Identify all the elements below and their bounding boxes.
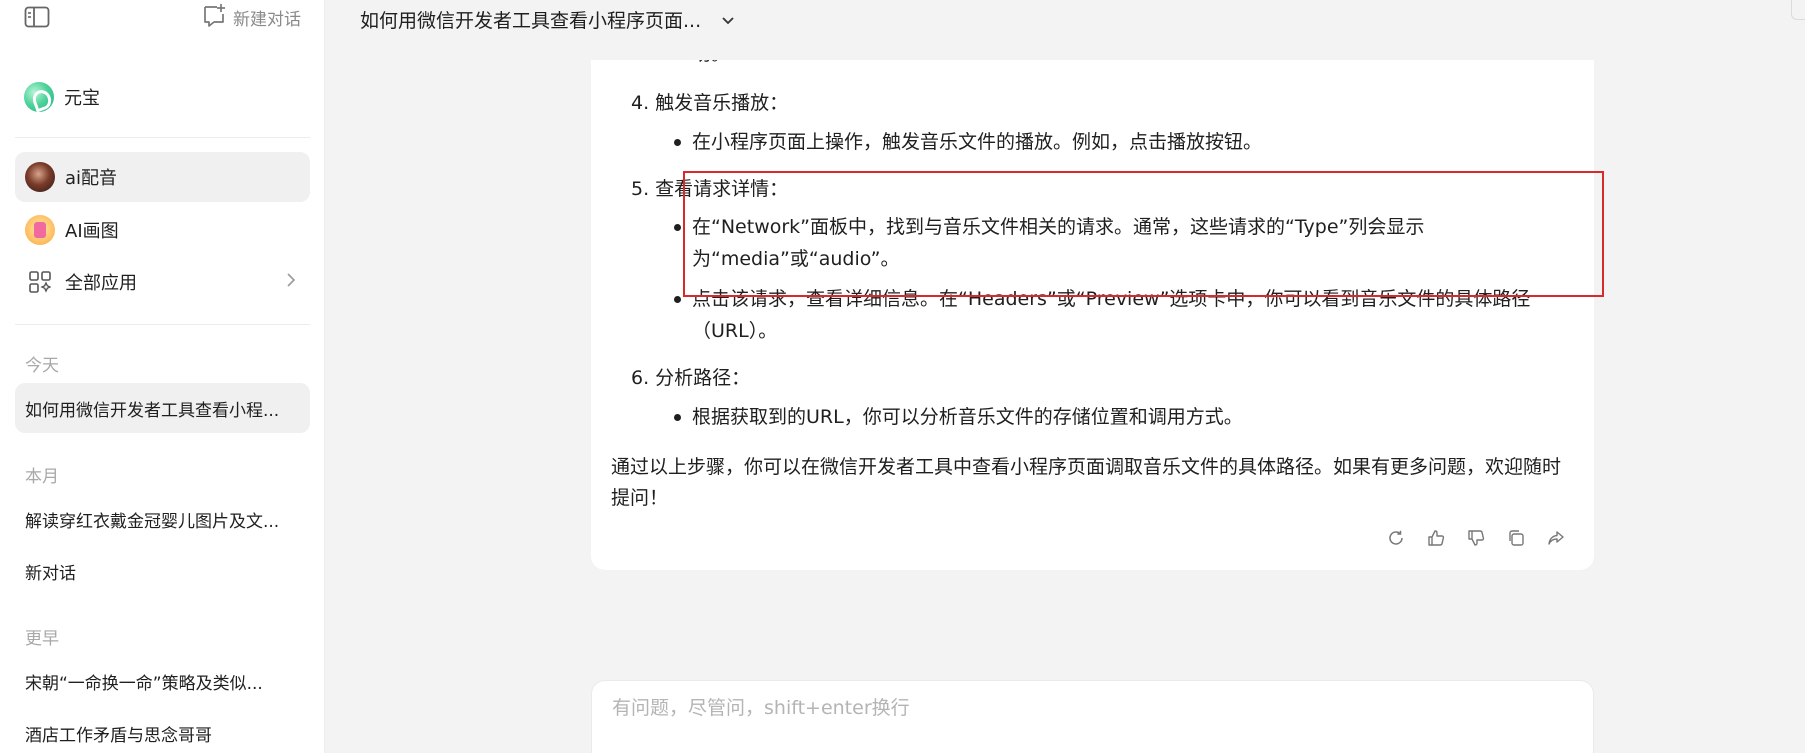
refresh-icon[interactable] [1386,528,1406,548]
step-title: 6. 分析路径： [631,367,751,389]
conversation-item[interactable]: 如何用微信开发者工具查看小程... [15,383,310,433]
brand-name: 元宝 [64,88,100,109]
conversation-item[interactable]: 酒店工作矛盾与思念哥哥 [15,708,310,753]
chat-title-dropdown[interactable]: 如何用微信开发者工具查看小程序页面... [360,6,735,33]
share-icon[interactable] [1546,528,1566,548]
brand-yuanbao[interactable]: 元宝 [24,82,100,112]
step-title: 5. 查看请求详情： [631,178,789,200]
step-title: 4. 触发音乐播放： [631,92,789,114]
chevron-right-icon [286,272,296,293]
copy-icon[interactable] [1506,528,1526,548]
step-bullet: 点击该请求，查看详细信息。在“Headers”或“Preview”选项卡中，你可… [674,283,1572,347]
assistant-message-card: 助。 4. 触发音乐播放： 在小程序页面上操作，触发音乐文件的播放。例如，点击播… [591,60,1594,570]
sidebar-top-bar: 新建对话 [0,0,325,34]
thumbs-down-icon[interactable] [1466,528,1486,548]
sidebar-item-ai-drawing[interactable]: AI画图 [15,205,310,255]
step-bullet: 在小程序页面上操作，触发音乐文件的播放。例如，点击播放按钮。 [674,126,1572,158]
new-chat-icon [201,2,227,33]
message-summary: 通过以上步骤，你可以在微信开发者工具中查看小程序页面调取音乐文件的具体路径。如果… [611,456,1562,509]
new-chat-button[interactable]: 新建对话 [201,2,301,33]
sidebar-item-label: ai配音 [65,168,118,189]
conversation-item[interactable]: 宋朝“一命换一命”策略及类似... [15,656,310,706]
section-label-earlier: 更早 [25,629,59,649]
ai-dubbing-avatar [25,162,55,192]
sidebar-item-ai-dubbing[interactable]: ai配音 [15,152,310,202]
conversation-item[interactable]: 新对话 [15,546,310,596]
yuanbao-logo-icon [24,82,54,112]
thumbs-up-icon[interactable] [1426,528,1446,548]
sidebar-item-label: 全部应用 [65,273,137,294]
divider [15,137,310,138]
sidebar-toggle-icon[interactable] [24,6,50,28]
section-label-today: 今天 [25,356,59,376]
clipped-text-line: 助。 [692,60,730,70]
message-actions [1386,528,1566,548]
chevron-down-icon [721,9,735,31]
chat-input[interactable] [612,697,1572,719]
step-bullet: 根据获取到的URL，你可以分析音乐文件的存储位置和调用方式。 [674,401,1572,433]
sidebar: 新建对话 元宝 ai配音 AI画图 全部应用 今天 如何用微信开发者工具查看小程… [0,0,325,753]
apps-grid-icon [25,267,55,297]
window-edge [1791,0,1805,20]
divider [15,324,310,325]
step-bullet: 在“Network”面板中，找到与音乐文件相关的请求。通常，这些请求的“Type… [674,211,1572,275]
sidebar-item-label: AI画图 [65,221,119,242]
new-chat-label: 新建对话 [233,9,301,30]
chat-title: 如何用微信开发者工具查看小程序页面... [360,10,702,32]
chat-header: 如何用微信开发者工具查看小程序页面... [326,0,1805,34]
sidebar-item-all-apps[interactable]: 全部应用 [15,257,310,307]
section-label-this-month: 本月 [25,467,59,487]
conversation-item[interactable]: 解读穿红衣戴金冠婴儿图片及文... [15,494,310,544]
ai-drawing-avatar [25,215,55,245]
chat-input-box[interactable] [591,680,1594,753]
